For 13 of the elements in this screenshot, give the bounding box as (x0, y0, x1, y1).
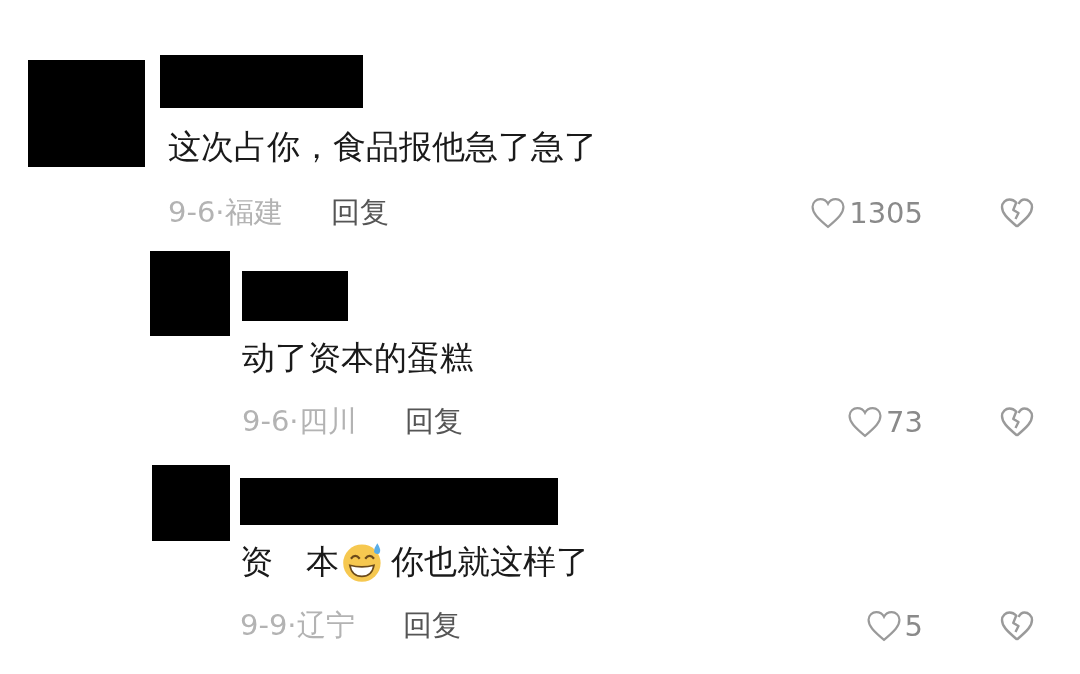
broken-heart-icon[interactable] (999, 609, 1035, 643)
reply-button[interactable]: 回复 (330, 193, 389, 233)
reply-button[interactable]: 回复 (404, 402, 463, 442)
broken-heart-icon[interactable] (999, 405, 1035, 439)
comment-date-location: 9-6·福建 (168, 194, 283, 231)
comment-date-location: 9-6·四川 (242, 403, 357, 440)
comment-date-location: 9-9·辽宁 (240, 607, 355, 644)
comment-text: 这次占你，食品报他急了急了 (168, 125, 597, 168)
comment-text: 资 本 (240, 540, 339, 583)
broken-heart-icon[interactable] (999, 196, 1035, 230)
comment-text: 动了资本的蛋糕 (242, 336, 473, 379)
reply-button[interactable]: 回复 (402, 606, 461, 646)
comment-text: 你也就这样了 (391, 540, 589, 583)
